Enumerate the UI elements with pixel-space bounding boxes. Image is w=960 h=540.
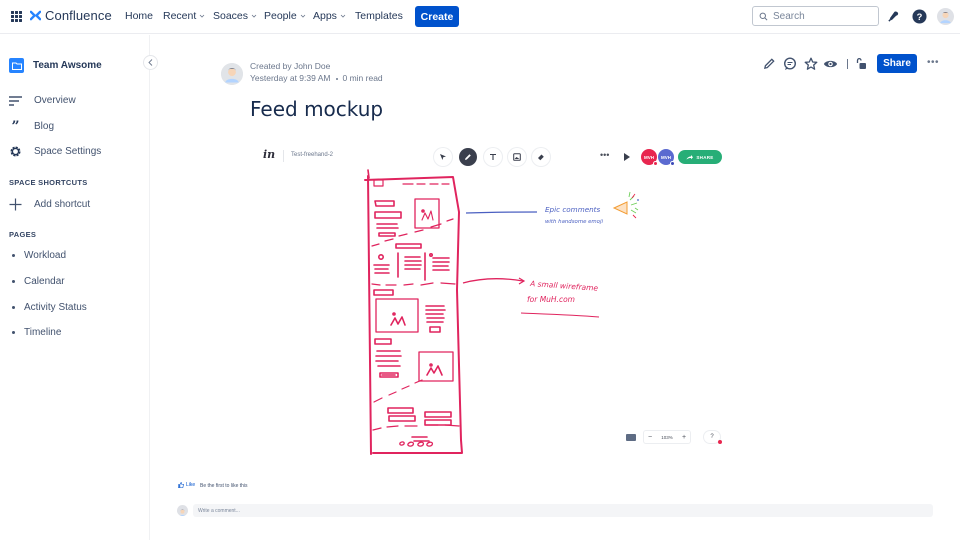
space-shortcuts-heading: SPACE SHORTCUTS [9, 178, 88, 187]
search-box[interactable] [752, 6, 879, 26]
space-header[interactable]: Team Awsome [9, 58, 102, 73]
nav-apps-label: Apps [313, 10, 337, 22]
page-item-workload[interactable]: Workload [12, 250, 66, 261]
page-item-activity-status[interactable]: Activity Status [12, 302, 87, 313]
page-title: Feed mockup [250, 97, 384, 121]
annotation-text: Epic comments [545, 205, 600, 214]
share-button[interactable]: Share [877, 54, 917, 73]
page-item-calendar[interactable]: Calendar [12, 276, 65, 287]
annotation-text: for MuH.com [527, 295, 575, 304]
current-user-avatar [177, 505, 188, 516]
overview-icon [9, 94, 22, 107]
actions-divider [847, 59, 848, 69]
chevron-down-icon [340, 14, 346, 18]
zoom-out-button[interactable]: − [644, 431, 656, 443]
profile-avatar[interactable] [937, 8, 954, 25]
zoom-in-button[interactable]: + [678, 431, 690, 443]
search-icon [759, 12, 768, 20]
read-time: 0 min read [342, 73, 383, 83]
plus-icon [9, 198, 22, 211]
collapse-sidebar-button[interactable] [143, 55, 158, 70]
space-name: Team Awsome [33, 60, 102, 71]
watch-eye-icon[interactable] [823, 56, 838, 71]
help-icon[interactable]: ? [911, 8, 927, 24]
thumbs-up-icon [178, 482, 184, 488]
notification-dot [718, 440, 722, 444]
confluence-logo[interactable]: Confluence [30, 8, 112, 23]
top-navigation: Confluence Home Recent Soaces People App… [0, 0, 960, 34]
star-icon[interactable] [803, 56, 818, 71]
freehand-embed[interactable]: in Test-freehand-2 ••• MVH MVH SHARE Epi… [255, 140, 730, 458]
more-actions-icon[interactable]: ••• [925, 55, 941, 70]
space-folder-icon [9, 58, 24, 73]
like-label: Like [186, 482, 196, 488]
blog-quote-icon: ” [11, 118, 20, 135]
chevron-left-icon [148, 59, 153, 66]
wireframe-sketch [364, 169, 463, 455]
annotation-epic-comments: Epic comments with handsome emoji [465, 191, 639, 225]
sidebar-item-label: Blog [34, 121, 55, 132]
comment-input[interactable] [193, 504, 933, 517]
author-avatar[interactable] [221, 63, 243, 85]
nav-recent-label: Recent [163, 10, 197, 22]
nav-recent[interactable]: Recent [163, 10, 205, 22]
search-input[interactable] [773, 10, 868, 22]
chevron-down-icon [300, 14, 305, 18]
annotation-small-wireframe: A small wireframe for MuH.com [462, 277, 600, 318]
sidebar-item-blog[interactable]: ” Blog [9, 118, 55, 135]
separator-dot [335, 77, 338, 80]
page-item-label: Calendar [24, 276, 65, 287]
confluence-logo-icon [30, 10, 41, 21]
zoom-level: 103% [661, 434, 673, 440]
add-shortcut-button[interactable]: Add shortcut [9, 198, 90, 211]
party-popper-emoji-icon [612, 191, 639, 219]
app-name: Confluence [45, 8, 112, 23]
svg-text:?: ? [916, 11, 922, 21]
annotation-text: A small wireframe [529, 279, 599, 293]
sidebar: Team Awsome Overview ” Blog Space Settin… [0, 35, 150, 540]
nav-home[interactable]: Home [125, 10, 153, 22]
nav-spaces-label: Soaces [213, 10, 249, 22]
page-item-timeline[interactable]: Timeline [12, 327, 61, 338]
zoom-controls: − 103% + [644, 431, 690, 443]
bullet-icon [12, 331, 15, 334]
page-timestamp[interactable]: Yesterday at 9:39 AM [250, 73, 331, 83]
comment-icon[interactable] [782, 56, 797, 71]
nav-people-label: People [264, 10, 297, 22]
nav-templates[interactable]: Templates [355, 10, 403, 22]
created-by[interactable]: Created by John Doe [250, 60, 383, 72]
nav-apps[interactable]: Apps [313, 10, 346, 22]
sidebar-item-space-settings[interactable]: Space Settings [9, 145, 101, 158]
nav-spaces[interactable]: Soaces [213, 10, 257, 22]
app-switcher-icon[interactable] [11, 11, 22, 22]
page-item-label: Workload [24, 250, 67, 261]
sidebar-item-label: Space Settings [34, 146, 102, 157]
bullet-icon [12, 306, 15, 309]
restrictions-unlock-icon[interactable] [853, 56, 868, 71]
add-shortcut-label: Add shortcut [34, 199, 91, 210]
chevron-down-icon [199, 14, 205, 18]
annotation-text: with handsome emoji [545, 219, 603, 225]
settings-gear-icon [9, 145, 22, 158]
create-button[interactable]: Create [415, 6, 459, 27]
page-item-label: Timeline [24, 327, 62, 338]
sidebar-item-overview[interactable]: Overview [9, 94, 76, 107]
pages-heading: PAGES [9, 230, 37, 239]
chevron-down-icon [251, 14, 257, 18]
nav-templates-label: Templates [355, 10, 403, 22]
bullet-icon [12, 254, 15, 257]
like-note: Be the first to like this [200, 483, 248, 489]
bullet-icon [12, 280, 15, 283]
page-item-label: Activity Status [24, 302, 87, 313]
edit-icon[interactable] [762, 56, 777, 71]
nav-home-label: Home [125, 10, 154, 22]
sidebar-item-label: Overview [34, 95, 76, 106]
keyboard-shortcuts-icon[interactable] [626, 434, 636, 441]
like-button[interactable]: Like [178, 482, 195, 488]
notifications-icon[interactable] [885, 8, 901, 24]
nav-people[interactable]: People [264, 10, 306, 22]
freehand-canvas[interactable]: Epic comments with handsome emoji A smal… [255, 140, 730, 458]
page-metadata: Created by John Doe Yesterday at 9:39 AM… [250, 60, 383, 84]
